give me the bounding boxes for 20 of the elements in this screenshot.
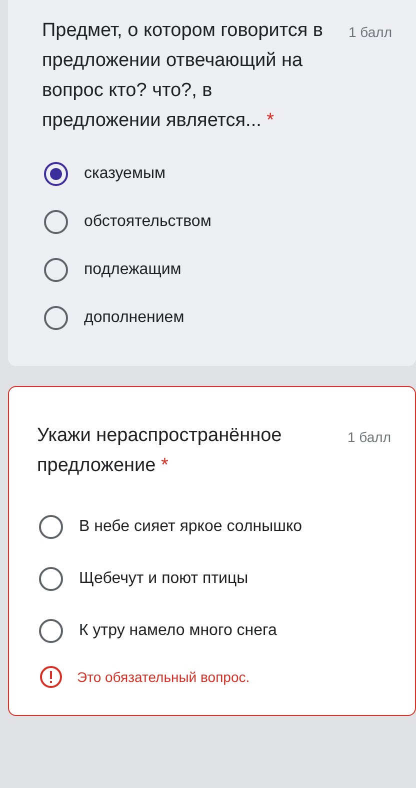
radio-button[interactable] <box>39 515 63 539</box>
error-message: Это обязательный вопрос. <box>77 668 250 687</box>
radio-button[interactable] <box>39 619 63 643</box>
option-label[interactable]: Щебечут и поют птицы <box>79 567 248 591</box>
option-label[interactable]: подлежащим <box>84 258 182 282</box>
question-title: Предмет, о котором говорится в предложении отвечающий на вопрос кто? что?, в предложении является... * <box>42 19 324 133</box>
radio-button[interactable] <box>44 210 68 234</box>
points-label: 1 балл <box>348 428 391 447</box>
points-label: 1 балл <box>348 23 392 42</box>
radio-button[interactable] <box>44 258 68 282</box>
error-icon <box>39 665 63 689</box>
option-label[interactable]: обстоятельством <box>84 210 212 234</box>
radio-button[interactable] <box>44 306 68 330</box>
option-label[interactable]: В небе сияет яркое солнышко <box>79 515 302 539</box>
option-label[interactable]: сказуемым <box>84 162 166 186</box>
radio-button[interactable] <box>39 567 63 591</box>
question-title: Укажи нераспространённое предложение * <box>37 424 283 478</box>
radio-button[interactable] <box>44 162 68 186</box>
option-label[interactable]: дополнением <box>84 306 184 330</box>
option-label[interactable]: К утру намело много снега <box>79 619 277 643</box>
